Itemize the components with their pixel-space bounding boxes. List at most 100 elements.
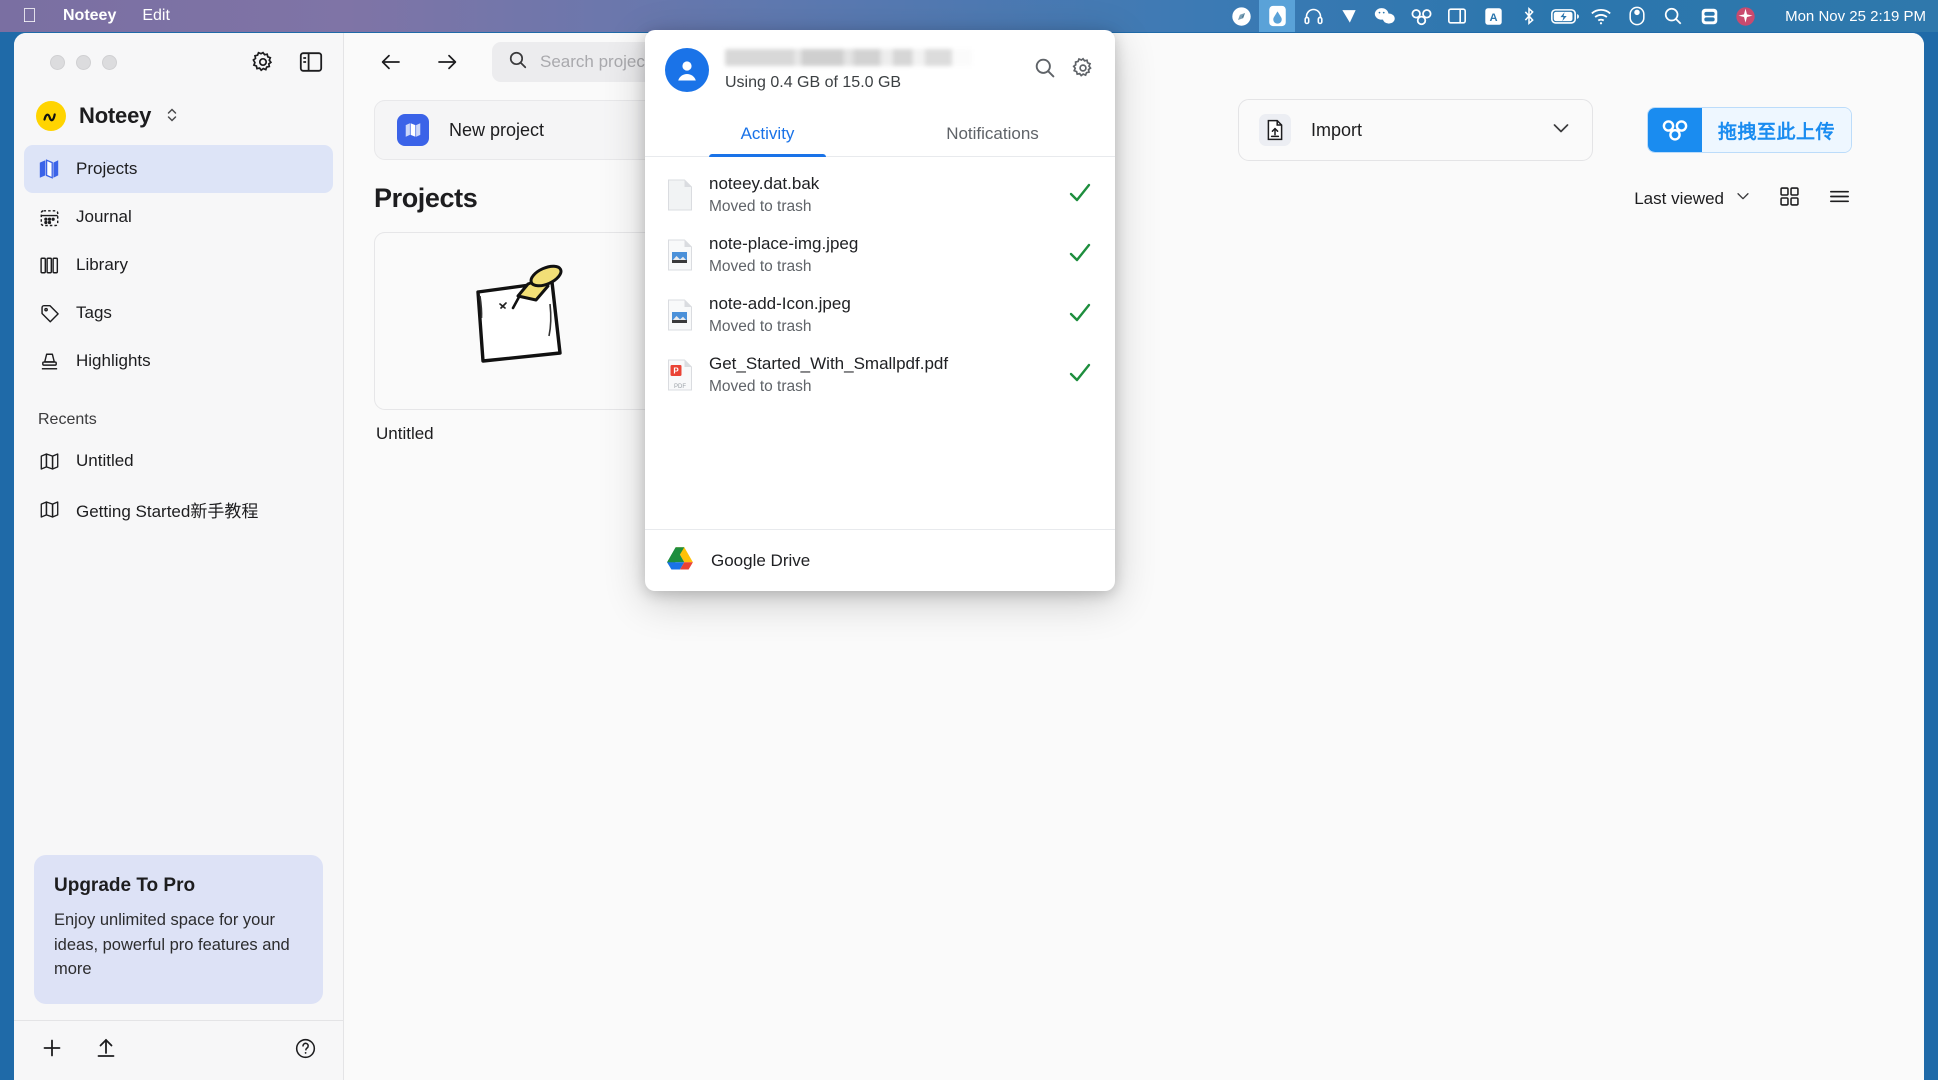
- file-name: Get_Started_With_Smallpdf.pdf: [709, 354, 949, 373]
- google-drive-icon: [667, 546, 693, 575]
- wifi-icon[interactable]: [1583, 0, 1619, 32]
- siri-icon[interactable]: [1727, 0, 1763, 32]
- sort-dropdown[interactable]: Last viewed: [1634, 187, 1752, 210]
- storage-usage-label: Using 0.4 GB of 15.0 GB: [725, 73, 902, 91]
- tab-activity[interactable]: Activity: [655, 110, 880, 157]
- upload-file-icon: [1258, 114, 1291, 146]
- file-status: Moved to trash: [709, 378, 812, 395]
- sidebar: Noteey Projects Journal Library Tags Hig…: [14, 33, 344, 1080]
- bluetooth-icon[interactable]: [1511, 0, 1547, 32]
- sidebar-item-library[interactable]: Library: [24, 241, 333, 289]
- file-status: Moved to trash: [709, 258, 812, 275]
- list-view-icon[interactable]: [1827, 184, 1852, 214]
- popup-actions: [1033, 56, 1095, 85]
- check-icon: [1067, 240, 1093, 271]
- baidu-upload-label: 拖拽至此上传: [1701, 108, 1851, 152]
- sidebar-item-journal[interactable]: Journal: [24, 193, 333, 241]
- sidebar-item-tags[interactable]: Tags: [24, 289, 333, 337]
- activity-file-list: noteey.dat.bak Moved to trash note-place…: [645, 157, 1115, 529]
- help-circle-icon[interactable]: [294, 1037, 317, 1065]
- battery-charging-icon[interactable]: [1547, 0, 1583, 32]
- recent-item-untitled[interactable]: Untitled: [24, 437, 333, 485]
- gear-icon[interactable]: [1071, 56, 1095, 85]
- file-name: note-add-Icon.jpeg: [709, 294, 851, 313]
- recents-label: Recents: [38, 411, 97, 428]
- chevron-down-icon[interactable]: [1550, 117, 1572, 144]
- wechat-icon[interactable]: [1367, 0, 1403, 32]
- activity-text: Get_Started_With_Smallpdf.pdf Moved to t…: [709, 354, 1051, 396]
- pinned-note-illustration: [456, 256, 581, 386]
- svg-text:PDF: PDF: [674, 384, 686, 390]
- sidebar-item-highlights[interactable]: Highlights: [24, 337, 333, 385]
- arrow-right-icon[interactable]: [430, 45, 464, 79]
- promo-title: Upgrade To Pro: [54, 874, 196, 896]
- headphone-icon[interactable]: [1295, 0, 1331, 32]
- input-source-icon[interactable]: A: [1475, 0, 1511, 32]
- project-title: Untitled: [376, 424, 434, 443]
- sort-label: Last viewed: [1634, 188, 1724, 208]
- highlight-icon: [38, 351, 60, 372]
- map-icon: [38, 499, 60, 520]
- projects-section-header: Projects Last viewed: [344, 161, 1924, 214]
- notification-icon[interactable]: [1691, 0, 1727, 32]
- sidebar-tools: [251, 50, 323, 74]
- recent-item-label: Untitled: [76, 451, 134, 470]
- activity-row[interactable]: noteey.dat.bak Moved to trash: [645, 165, 1115, 225]
- workspace-name: Noteey: [79, 103, 152, 128]
- svg-text:P: P: [673, 366, 679, 375]
- popup-footer[interactable]: Google Drive: [645, 529, 1115, 591]
- calendar-icon: [38, 207, 60, 228]
- account-avatar-icon[interactable]: [665, 48, 709, 92]
- drive-icon[interactable]: [1259, 0, 1296, 32]
- menu-edit[interactable]: Edit: [142, 7, 170, 25]
- menu-bar-clock[interactable]: Mon Nov 25 2:19 PM: [1785, 8, 1926, 25]
- sidebar-nav: Projects Journal Library Tags Highlights: [14, 145, 343, 385]
- grid-view-icon[interactable]: [1778, 185, 1801, 213]
- eagle-icon[interactable]: [1331, 0, 1367, 32]
- main-toolbar: [344, 33, 1924, 91]
- upgrade-to-pro-card[interactable]: Upgrade To Pro Enjoy unlimited space for…: [34, 854, 323, 1004]
- sidebar-item-label: Journal: [76, 207, 132, 226]
- import-button[interactable]: Import: [1237, 99, 1593, 161]
- recent-item-label: Getting Started新手教程: [76, 501, 259, 521]
- pdf-file-icon: P PDF: [667, 359, 693, 391]
- activity-row[interactable]: note-add-Icon.jpeg Moved to trash: [645, 285, 1115, 345]
- check-icon: [1067, 180, 1093, 211]
- search-icon[interactable]: [1033, 56, 1057, 85]
- recent-item-getting-started[interactable]: Getting Started新手教程: [24, 485, 333, 533]
- upload-icon[interactable]: [94, 1036, 118, 1065]
- new-project-button[interactable]: New project: [374, 100, 674, 160]
- chevron-down-icon: [1734, 187, 1752, 210]
- baidu-netdisk-icon[interactable]: [1403, 0, 1439, 32]
- close-button[interactable]: [50, 54, 65, 70]
- sidebar-toggle-icon[interactable]: [299, 51, 323, 73]
- map-icon: [38, 158, 60, 180]
- sidebar-item-label: Highlights: [76, 351, 151, 370]
- minimize-button[interactable]: [76, 54, 91, 70]
- gear-icon[interactable]: [251, 50, 275, 74]
- zoom-button[interactable]: [102, 54, 117, 70]
- arrow-left-icon[interactable]: [374, 45, 408, 79]
- file-name: noteey.dat.bak: [709, 174, 820, 193]
- spotlight-icon[interactable]: [1655, 0, 1691, 32]
- baidu-upload-button[interactable]: 拖拽至此上传: [1646, 107, 1852, 153]
- control-center-icon[interactable]: [1619, 0, 1655, 32]
- project-card[interactable]: Untitled: [374, 232, 662, 444]
- books-icon: [38, 255, 60, 276]
- activity-text: note-add-Icon.jpeg Moved to trash: [709, 294, 1051, 336]
- workspace-switcher[interactable]: Noteey: [14, 91, 343, 145]
- file-status: Moved to trash: [709, 318, 812, 335]
- recents-list: Untitled Getting Started新手教程: [14, 437, 343, 533]
- promo-body: Enjoy unlimited space for your ideas, po…: [54, 910, 290, 979]
- apple-icon[interactable]: : [22, 6, 37, 26]
- activity-row[interactable]: P PDF Get_Started_With_Smallpdf.pdf Moved…: [645, 345, 1115, 405]
- window-icon[interactable]: [1439, 0, 1475, 32]
- chevron-updown-icon: [166, 106, 178, 126]
- sidebar-item-projects[interactable]: Projects: [24, 145, 333, 193]
- tab-notifications[interactable]: Notifications: [880, 110, 1105, 156]
- safari-icon[interactable]: [1223, 0, 1259, 32]
- menu-app-name[interactable]: Noteey: [63, 7, 116, 25]
- plus-icon[interactable]: [40, 1036, 64, 1065]
- menu-bar-tray: A: [1223, 0, 1763, 32]
- activity-row[interactable]: note-place-img.jpeg Moved to trash: [645, 225, 1115, 285]
